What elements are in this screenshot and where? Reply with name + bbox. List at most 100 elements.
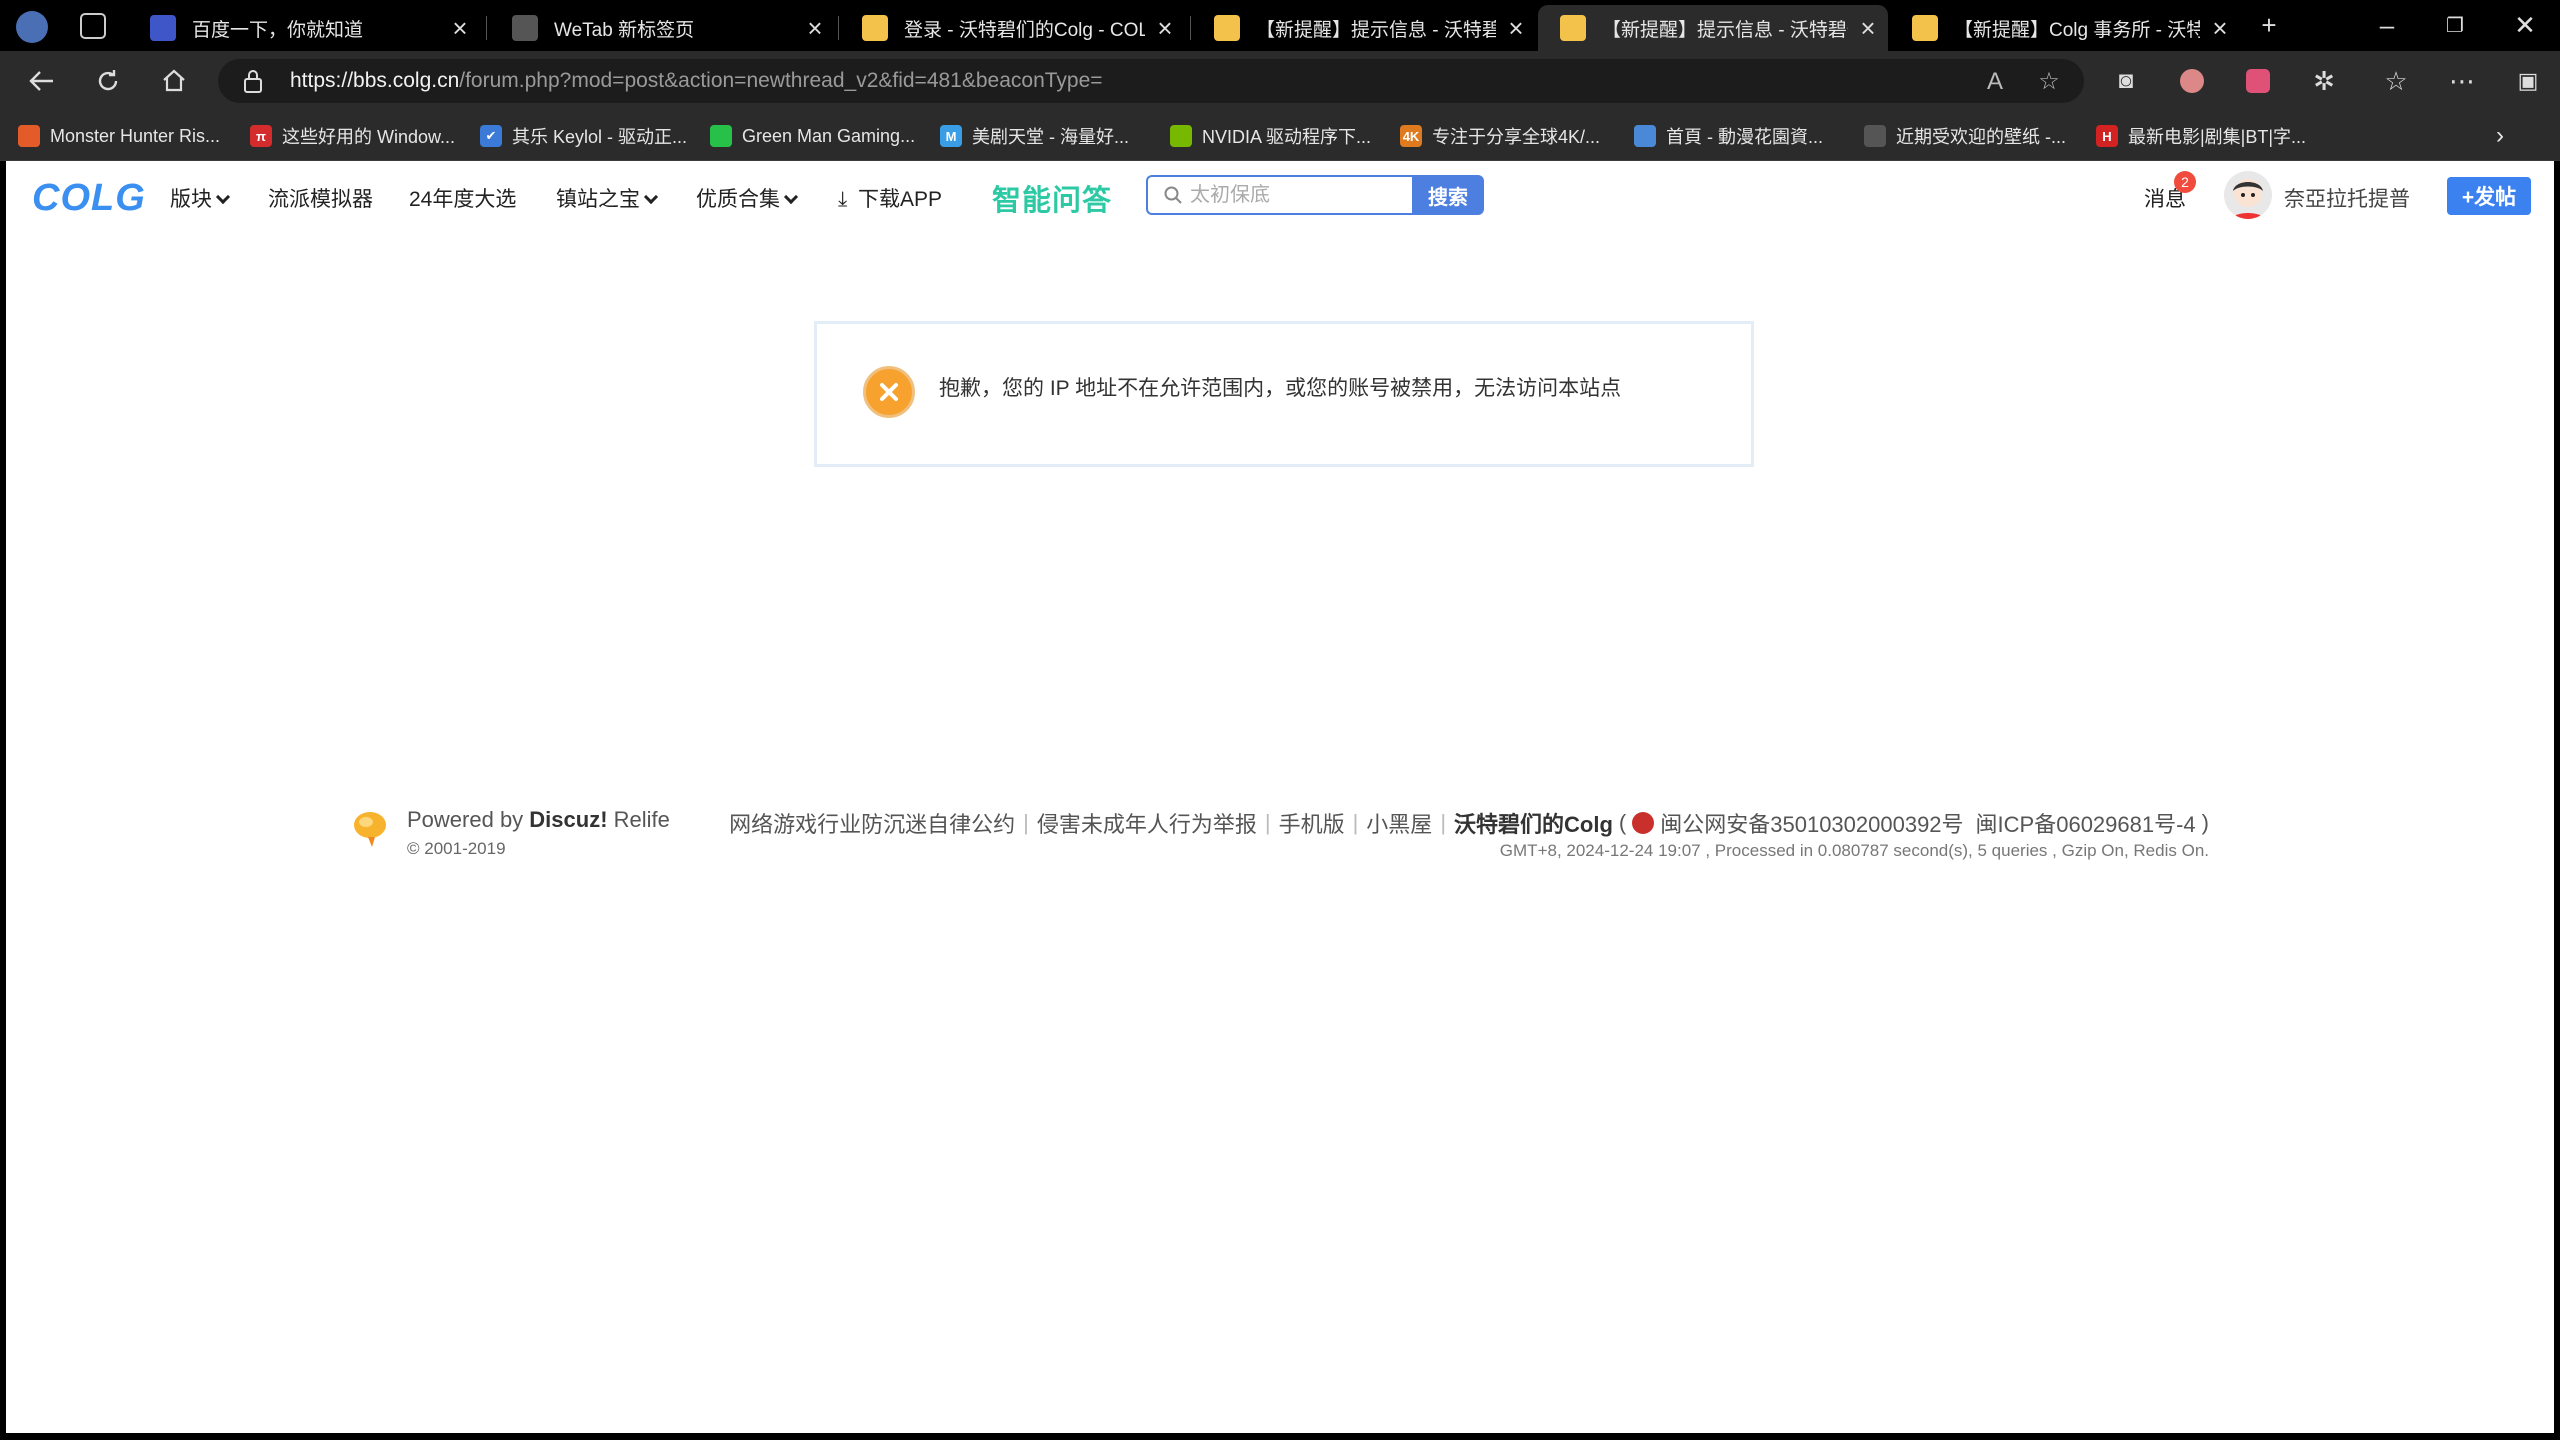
search-icon (1164, 186, 1182, 204)
lock-icon[interactable] (242, 68, 264, 94)
bookmark-label: Monster Hunter Ris... (50, 125, 221, 146)
back-button[interactable] (20, 59, 64, 103)
tab-title: 登录 - 沃特碧们的Colg - COLG玩 (904, 19, 1145, 41)
footer-link-antiaddiction[interactable]: 网络游戏行业防沉迷自律公约 (729, 807, 1015, 839)
tab-title: 百度一下，你就知道 (192, 19, 364, 41)
bookmark-label: NVIDIA 驱动程序下... (1202, 127, 1372, 147)
footer-link-report[interactable]: 侵害未成年人行为举报 (1037, 807, 1257, 839)
bookmark-9[interactable]: H 最新电影|剧集|BT|字... (2096, 123, 2306, 149)
bookmark-8[interactable]: 近期受欢迎的壁纸 -... (1864, 123, 2066, 149)
home-button[interactable] (152, 59, 196, 103)
tab-title: 【新提醒】Colg 事务所 - 沃特碧 (1954, 19, 2200, 41)
avatar[interactable] (2224, 171, 2272, 219)
tab-5[interactable]: 【新提醒】Colg 事务所 - 沃特碧 × (1890, 5, 2240, 51)
favorite-star-icon[interactable]: ☆ (2034, 67, 2064, 97)
nav-item-sections[interactable]: 版块 (170, 183, 231, 213)
discuz-link[interactable]: Discuz! (529, 807, 607, 832)
nav-item-collections[interactable]: 优质合集 (696, 183, 799, 213)
footer-site-name[interactable]: 沃特碧们的Colg (1454, 807, 1613, 839)
workspaces-icon[interactable] (80, 13, 106, 39)
close-icon[interactable]: × (440, 13, 480, 44)
nav-item-simulator[interactable]: 流派模拟器 (268, 183, 373, 213)
bookmark-2[interactable]: ✔ 其乐 Keylol - 驱动正... (480, 123, 687, 149)
close-icon[interactable]: × (795, 13, 835, 44)
colg-logo[interactable]: COLG (32, 177, 146, 220)
footer-link-blacklist[interactable]: 小黑屋 (1366, 807, 1432, 839)
new-post-button[interactable]: +发帖 (2447, 177, 2531, 215)
bookmark-label: 美剧天堂 - 海量好... (972, 127, 1129, 147)
bookmarks-overflow-chevron-icon[interactable]: › (2496, 122, 2504, 149)
bookmark-icon: π (250, 125, 272, 147)
bookmark-1[interactable]: π 这些好用的 Window... (250, 123, 455, 149)
bookmark-6[interactable]: 4K 专注于分享全球4K/... (1400, 123, 1600, 149)
footer-links: 网络游戏行业防沉迷自律公约 | 侵害未成年人行为举报 | 手机版 | 小黑屋 |… (729, 807, 2209, 839)
profile-icon[interactable] (16, 11, 48, 43)
footer-link-mobile[interactable]: 手机版 (1279, 807, 1345, 839)
site-header: COLG 版块 流派模拟器 24年度大选 镇站之宝 优质合集 ⤓ 下载APP 智能… (6, 161, 2554, 231)
police-badge-icon (1632, 812, 1655, 834)
tab-4[interactable]: 【新提醒】提示信息 - 沃特碧们的 × (1538, 5, 1888, 51)
search-input[interactable] (1190, 183, 1390, 207)
baidu-icon (150, 15, 176, 41)
bookmark-icon: ✔ (480, 125, 502, 147)
error-message: 抱歉，您的 IP 地址不在允许范围内，或您的账号被禁用，无法访问本站点 (939, 377, 1622, 400)
colg-favicon (1560, 15, 1586, 41)
close-icon[interactable]: × (1145, 13, 1185, 44)
bookmark-0[interactable]: Monster Hunter Ris... (18, 123, 220, 149)
site-footer: Powered by Discuz! Relife © 2001-2019 网络… (6, 801, 2554, 881)
tab-title: 【新提醒】提示信息 - 沃特碧们的 (1256, 19, 1496, 41)
messages-count-badge: 2 (2174, 171, 2196, 193)
refresh-button[interactable] (86, 59, 130, 103)
ai-qa-link[interactable]: 智能问答 (992, 177, 1112, 219)
bookmark-label: 首頁 - 動漫花園資... (1666, 127, 1823, 147)
more-menu-icon[interactable]: ⋯ (2440, 59, 2484, 103)
tab-0[interactable]: 百度一下，你就知道 × (128, 5, 480, 51)
url-text[interactable]: https://bbs.colg.cn/forum.php?mod=post&a… (290, 69, 1103, 93)
extension-glasses-icon[interactable]: ◙ (2104, 59, 2148, 103)
nav-item-annual-vote[interactable]: 24年度大选 (409, 183, 516, 213)
chevron-down-icon (783, 189, 799, 205)
tab-2[interactable]: 登录 - 沃特碧们的Colg - COLG玩 × (840, 5, 1185, 51)
footer-icp-link[interactable]: 闽ICP备06029681号-4 (1976, 807, 2196, 839)
bookmark-7[interactable]: 首頁 - 動漫花園資... (1634, 123, 1823, 149)
copyright: © 2001-2019 (407, 839, 506, 858)
close-window-button[interactable]: ✕ (2490, 0, 2560, 51)
username[interactable]: 奈亞拉托提普 (2284, 183, 2410, 213)
tab-3[interactable]: 【新提醒】提示信息 - 沃特碧们的 × (1192, 5, 1536, 51)
bookmark-label: 其乐 Keylol - 驱动正... (512, 127, 688, 147)
tab-strip: 百度一下，你就知道 × WeTab 新标签页 × 登录 - 沃特碧们的Colg … (0, 0, 2560, 51)
bookmark-4[interactable]: M 美剧天堂 - 海量好... (940, 123, 1129, 149)
error-x-icon (863, 366, 915, 418)
minimize-button[interactable]: – (2352, 0, 2422, 51)
bookmark-3[interactable]: Green Man Gaming... (710, 123, 915, 149)
bookmark-icon (1864, 125, 1886, 147)
bookmark-icon (18, 125, 40, 147)
footer-gongan-link[interactable]: 闽公网安备35010302000392号 (1660, 807, 1963, 839)
restore-button[interactable]: ❐ (2420, 0, 2490, 51)
bookmark-label: 专注于分享全球4K/... (1432, 127, 1601, 147)
discuz-logo-icon (354, 812, 386, 847)
download-app-link[interactable]: ⤓ 下载APP (838, 183, 942, 213)
nav-item-treasures[interactable]: 镇站之宝 (556, 183, 659, 213)
search-field[interactable] (1146, 175, 1412, 215)
new-tab-button[interactable]: + (2234, 0, 2304, 51)
browser-toolbar: https://bbs.colg.cn/forum.php?mod=post&a… (0, 51, 2560, 111)
sidebar-icon[interactable]: ▣ (2506, 59, 2550, 103)
close-icon[interactable]: × (1848, 13, 1888, 44)
wetab-icon (512, 15, 538, 41)
bookmark-icon: 4K (1400, 125, 1422, 147)
read-aloud-icon[interactable]: A (1980, 67, 2010, 97)
tab-1[interactable]: WeTab 新标签页 × (490, 5, 835, 51)
address-bar[interactable]: https://bbs.colg.cn/forum.php?mod=post&a… (218, 59, 2084, 103)
bookmark-icon (1634, 125, 1656, 147)
extension-avatar-icon[interactable] (2170, 59, 2214, 103)
bookmark-label: 近期受欢迎的壁纸 -... (1896, 127, 2066, 147)
extension-translate-icon[interactable] (2236, 59, 2280, 103)
close-icon[interactable]: × (1496, 13, 1536, 44)
search-button[interactable]: 搜索 (1412, 175, 1484, 215)
bookmark-5[interactable]: NVIDIA 驱动程序下... (1170, 123, 1371, 149)
extensions-icon[interactable]: ✲ (2302, 59, 2346, 103)
error-alert: 抱歉，您的 IP 地址不在允许范围内，或您的账号被禁用，无法访问本站点 (814, 321, 1754, 467)
bookmark-label: 最新电影|剧集|BT|字... (2128, 127, 2307, 147)
favorites-icon[interactable]: ☆ (2374, 59, 2418, 103)
